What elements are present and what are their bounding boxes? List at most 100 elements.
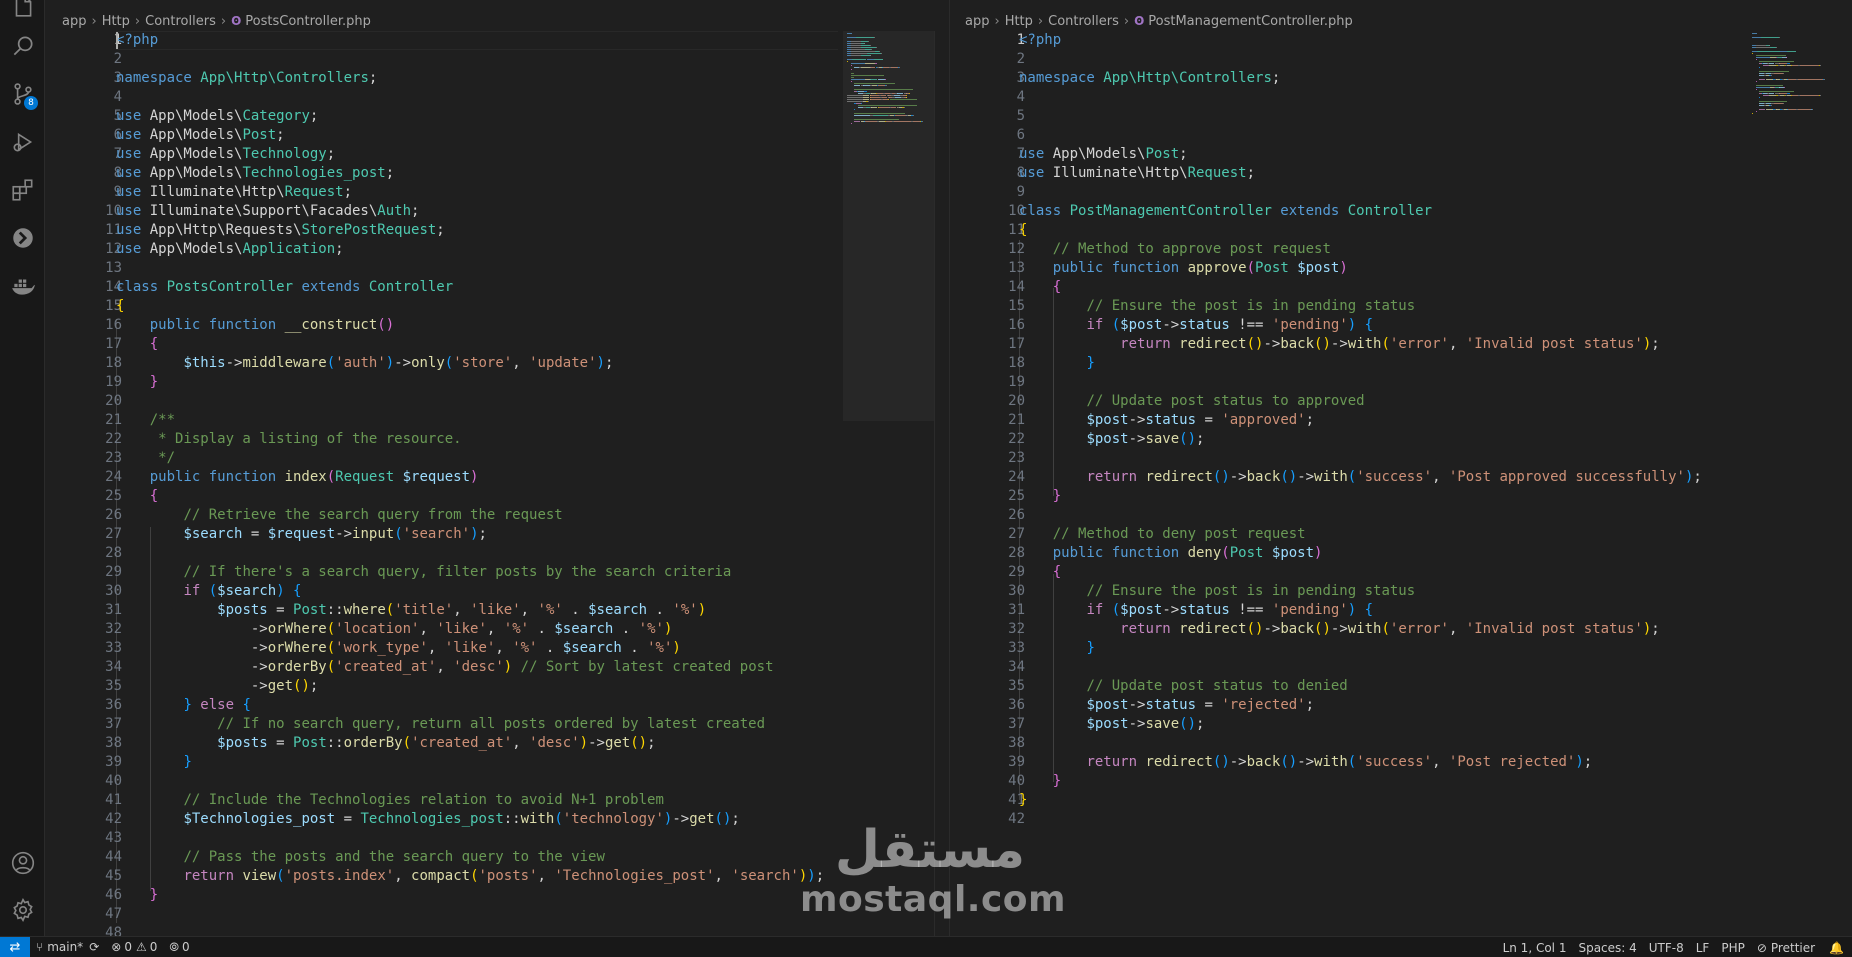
end-of-line[interactable]: LF bbox=[1690, 937, 1716, 957]
code-line[interactable]: 33 } bbox=[950, 639, 1750, 658]
code-line[interactable]: 35 ->get(); bbox=[46, 677, 838, 696]
code-line[interactable]: 34 ->orderBy('created_at', 'desc') // So… bbox=[46, 658, 838, 677]
run-debug-icon[interactable] bbox=[0, 122, 45, 162]
code-line[interactable]: 44 // Pass the posts and the search quer… bbox=[46, 848, 838, 867]
code-line[interactable]: 18 $this->middleware('auth')->only('stor… bbox=[46, 354, 838, 373]
code-line[interactable]: 18 } bbox=[950, 354, 1750, 373]
code-line[interactable]: 1<?php bbox=[950, 31, 1750, 50]
breadcrumb-item[interactable]: Controllers bbox=[1048, 14, 1119, 29]
code-line[interactable]: 6 use App\Models\Post; bbox=[46, 126, 838, 145]
code-line[interactable]: 4 bbox=[950, 88, 1750, 107]
code-line[interactable]: 29 // If there's a search query, filter … bbox=[46, 563, 838, 582]
sync-icon[interactable]: ⟳ bbox=[89, 940, 99, 954]
breadcrumb-item[interactable]: Controllers bbox=[145, 14, 216, 29]
code-line[interactable]: 7 use App\Models\Technology; bbox=[46, 145, 838, 164]
code-line[interactable]: 13 public function approve(Post $post) bbox=[950, 259, 1750, 278]
code-line[interactable]: 19 bbox=[950, 373, 1750, 392]
docker-icon[interactable] bbox=[0, 266, 45, 306]
language-mode[interactable]: PHP bbox=[1715, 937, 1751, 957]
code-line[interactable]: 26 // Retrieve the search query from the… bbox=[46, 506, 838, 525]
code-line[interactable]: 38 bbox=[950, 734, 1750, 753]
code-line[interactable]: 30 // Ensure the post is in pending stat… bbox=[950, 582, 1750, 601]
source-control-icon[interactable]: 8 bbox=[0, 74, 45, 114]
code-line[interactable]: 14 { bbox=[950, 278, 1750, 297]
code-line[interactable]: 29 { bbox=[950, 563, 1750, 582]
code-line[interactable]: 36 $post->status = 'rejected'; bbox=[950, 696, 1750, 715]
code-line[interactable]: 31 $posts = Post::where('title', 'like',… bbox=[46, 601, 838, 620]
code-line[interactable]: 21 $post->status = 'approved'; bbox=[950, 411, 1750, 430]
code-line[interactable]: 41 // Include the Technologies relation … bbox=[46, 791, 838, 810]
code-line[interactable]: 15{ bbox=[46, 297, 838, 316]
breadcrumb-item[interactable]: app bbox=[965, 14, 989, 29]
code-line[interactable]: 30 if ($search) { bbox=[46, 582, 838, 601]
code-line[interactable]: 36 } else { bbox=[46, 696, 838, 715]
code-line[interactable]: 28 public function deny(Post $post) bbox=[950, 544, 1750, 563]
code-line[interactable]: 24 return redirect()->back()->with('succ… bbox=[950, 468, 1750, 487]
git-branch[interactable]: ⑂ main* ⟳ bbox=[30, 937, 105, 957]
code-line[interactable]: 12 // Method to approve post request bbox=[950, 240, 1750, 259]
code-line[interactable]: 5 bbox=[950, 107, 1750, 126]
code-line[interactable]: 17 { bbox=[46, 335, 838, 354]
code-line[interactable]: 40 } bbox=[950, 772, 1750, 791]
code-line[interactable]: 23 bbox=[950, 449, 1750, 468]
problems-indicator[interactable]: ⊗ 0 ⚠ 0 bbox=[105, 937, 163, 957]
breadcrumb-item[interactable]: Http bbox=[1005, 14, 1033, 29]
code-line[interactable]: 9 bbox=[950, 183, 1750, 202]
code-line[interactable]: 12 use App\Models\Application; bbox=[46, 240, 838, 259]
code-line[interactable]: 42 $Technologies_post = Technologies_pos… bbox=[46, 810, 838, 829]
code-line[interactable]: 32 ->orWhere('location', 'like', '%' . $… bbox=[46, 620, 838, 639]
code-line[interactable]: 14 class PostsController extends Controll… bbox=[46, 278, 838, 297]
code-line[interactable]: 10 use Illuminate\Support\Facades\Auth; bbox=[46, 202, 838, 221]
code-line[interactable]: 28 bbox=[46, 544, 838, 563]
code-line[interactable]: 39 } bbox=[46, 753, 838, 772]
code-line[interactable]: 39 return redirect()->back()->with('succ… bbox=[950, 753, 1750, 772]
code-line[interactable]: 32 return redirect()->back()->with('erro… bbox=[950, 620, 1750, 639]
code-line[interactable]: 38 $posts = Post::orderBy('created_at', … bbox=[46, 734, 838, 753]
code-line[interactable]: 4 bbox=[46, 88, 838, 107]
code-line[interactable]: 17 return redirect()->back()->with('erro… bbox=[950, 335, 1750, 354]
notifications-bell-icon[interactable]: 🔔 bbox=[1821, 937, 1852, 957]
code-line[interactable]: 33 ->orWhere('work_type', 'like', '%' . … bbox=[46, 639, 838, 658]
code-line[interactable]: 23 */ bbox=[46, 449, 838, 468]
code-line[interactable]: 3 namespace App\Http\Controllers; bbox=[950, 69, 1750, 88]
minimap[interactable] bbox=[843, 31, 935, 421]
code-line[interactable]: 27 // Method to deny post request bbox=[950, 525, 1750, 544]
code-line[interactable]: 16 public function __construct() bbox=[46, 316, 838, 335]
code-line[interactable]: 34 bbox=[950, 658, 1750, 677]
code-line[interactable]: 37 $post->save(); bbox=[950, 715, 1750, 734]
code-line[interactable]: 13 bbox=[46, 259, 838, 278]
breadcrumb-file[interactable]: PostsController.php bbox=[245, 14, 371, 29]
prettier-formatter[interactable]: ⊘ Prettier bbox=[1751, 937, 1821, 957]
code-line[interactable]: 21 /** bbox=[46, 411, 838, 430]
code-line[interactable]: 47 bbox=[46, 905, 838, 924]
code-line[interactable]: 15 // Ensure the post is in pending stat… bbox=[950, 297, 1750, 316]
breadcrumb-file[interactable]: PostManagementController.php bbox=[1148, 14, 1352, 29]
settings-gear-icon[interactable] bbox=[0, 890, 45, 930]
code-line[interactable]: 7 use App\Models\Post; bbox=[950, 145, 1750, 164]
code-line[interactable]: 24 public function index(Request $reques… bbox=[46, 468, 838, 487]
code-line[interactable]: 22 * Display a listing of the resource. bbox=[46, 430, 838, 449]
code-line[interactable]: 2 bbox=[950, 50, 1750, 69]
explorer-files-icon[interactable] bbox=[0, 0, 45, 26]
code-line[interactable]: 45 return view('posts.index', compact('p… bbox=[46, 867, 838, 886]
code-line[interactable]: 31 if ($post->status !== 'pending') { bbox=[950, 601, 1750, 620]
code-line[interactable]: 27 $search = $request->input('search'); bbox=[46, 525, 838, 544]
code-line[interactable]: 43 bbox=[46, 829, 838, 848]
code-line[interactable]: 37 // If no search query, return all pos… bbox=[46, 715, 838, 734]
code-line[interactable]: 11 use App\Http\Requests\StorePostRequest… bbox=[46, 221, 838, 240]
breadcrumb-item[interactable]: Http bbox=[102, 14, 130, 29]
cursor-position[interactable]: Ln 1, Col 1 bbox=[1497, 937, 1573, 957]
code-line[interactable]: 40 bbox=[46, 772, 838, 791]
code-editor-right[interactable]: 1 <?php 2 3 namespace App\Http\Controllers; 4… bbox=[950, 31, 1750, 829]
code-line[interactable]: 2 bbox=[46, 50, 838, 69]
breadcrumb-item[interactable]: app bbox=[62, 14, 86, 29]
indentation[interactable]: Spaces: 4 bbox=[1572, 937, 1642, 957]
code-line[interactable]: 6 bbox=[950, 126, 1750, 145]
code-line[interactable]: 25 } bbox=[950, 487, 1750, 506]
code-line[interactable]: 11{ bbox=[950, 221, 1750, 240]
ports-indicator[interactable]: ⦾ 0 bbox=[163, 937, 195, 957]
code-line[interactable]: 5 use App\Models\Category; bbox=[46, 107, 838, 126]
code-line[interactable]: 48 bbox=[46, 924, 838, 936]
code-line[interactable]: 8 use App\Models\Technologies_post; bbox=[46, 164, 838, 183]
remote-indicator-icon[interactable]: ⇄ bbox=[0, 936, 30, 957]
